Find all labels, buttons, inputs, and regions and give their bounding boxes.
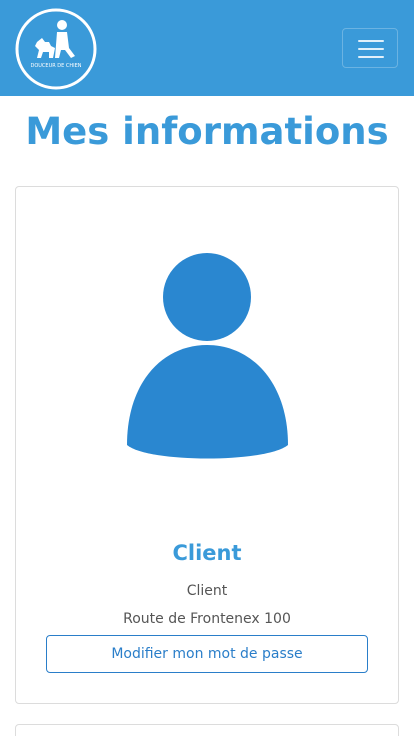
page-title: Mes informations	[25, 110, 389, 153]
profile-name: Client	[172, 541, 242, 565]
dog-trainer-logo-icon: DOUCEUR DE CHIEN	[15, 8, 97, 90]
hamburger-menu-icon	[358, 40, 384, 42]
menu-toggle-button[interactable]	[342, 28, 398, 68]
logo-text: DOUCEUR DE CHIEN	[30, 63, 81, 69]
top-navbar: DOUCEUR DE CHIEN	[0, 0, 414, 96]
site-logo[interactable]: DOUCEUR DE CHIEN	[15, 8, 97, 90]
profile-address: Route de Frontenex 100	[123, 611, 291, 627]
change-password-button[interactable]: Modifier mon mot de passe	[46, 635, 368, 673]
user-avatar-icon	[126, 253, 290, 463]
secondary-card	[15, 724, 399, 736]
profile-card: Client Client Route de Frontenex 100 Mod…	[15, 186, 399, 704]
hamburger-menu-icon	[358, 56, 384, 58]
profile-role: Client	[186, 583, 228, 599]
hamburger-menu-icon	[358, 48, 384, 50]
